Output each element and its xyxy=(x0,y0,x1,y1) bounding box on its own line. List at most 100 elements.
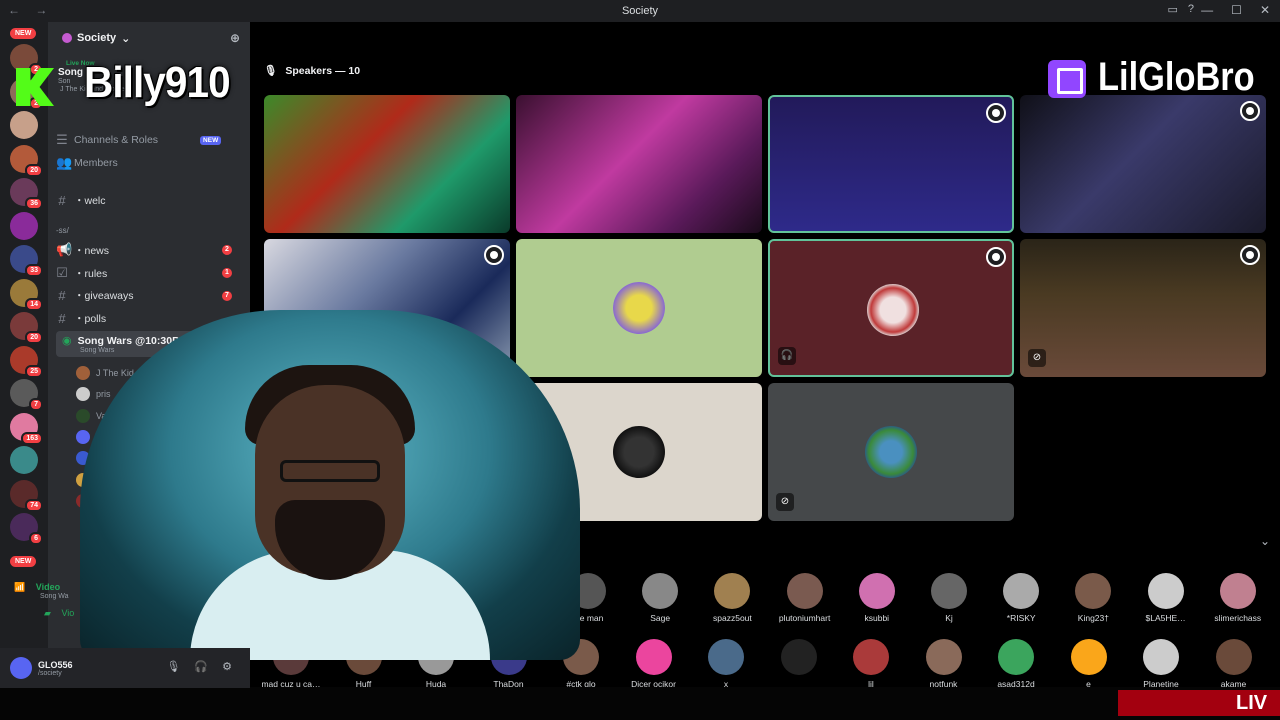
video-tile[interactable] xyxy=(768,95,1014,233)
avatar-tile[interactable]: 🎧 xyxy=(768,239,1014,377)
speakers-label: Speakers — 10 xyxy=(285,64,361,77)
inbox-icon[interactable]: ▭ xyxy=(1167,3,1177,16)
video-tile[interactable] xyxy=(516,95,762,233)
new-unreads-pill-top[interactable]: NEW xyxy=(10,28,37,39)
invite-icon[interactable]: ⊕ xyxy=(230,31,240,45)
channel-rules[interactable]: ☑ ・rules 1 xyxy=(56,265,242,281)
audience-member-name: Kj xyxy=(945,613,953,623)
audience-member[interactable]: ksubbi xyxy=(841,573,913,623)
streamer-name-left: Billy910 xyxy=(84,58,231,107)
server-icon[interactable]: 2 xyxy=(10,44,43,76)
voice-connected-panel[interactable]: 📶 Video Song Wa ▰ Vio xyxy=(14,582,74,619)
audience-member-name: *RISKY xyxy=(1006,613,1036,623)
username: GLO556 xyxy=(38,659,73,670)
video-tile[interactable]: ⊘ xyxy=(1020,239,1266,377)
channels-roles-link[interactable]: ☰ Channels & Roles NEW xyxy=(56,132,222,148)
audience-member-name: spazz5out xyxy=(713,613,752,623)
chevron-down-icon: ⌄ xyxy=(121,32,131,45)
members-link[interactable]: 👥 Members xyxy=(56,155,118,171)
server-badge: 163 xyxy=(21,431,43,445)
server-badge: 20 xyxy=(25,331,43,344)
audience-member[interactable]: King23† xyxy=(1057,573,1129,623)
server-icon[interactable]: 14 xyxy=(10,278,43,311)
audience-member[interactable]: Planetine xyxy=(1125,639,1197,689)
audience-member[interactable]: x xyxy=(690,639,762,689)
user-avatar xyxy=(867,284,919,336)
audience-member[interactable]: asad312d xyxy=(980,639,1052,689)
screenshare-tile[interactable] xyxy=(1020,95,1266,233)
avatar xyxy=(1147,573,1184,609)
audience-member[interactable]: slimerichass xyxy=(1202,573,1274,623)
category-header[interactable]: -ss/ xyxy=(56,226,69,235)
avatar xyxy=(1219,573,1256,609)
twitch-logo xyxy=(1048,60,1086,98)
audience-member[interactable]: Kj xyxy=(913,573,985,623)
channel-giveaways[interactable]: # ・giveaways 7 xyxy=(56,288,242,303)
server-icon xyxy=(62,33,72,43)
audience-member[interactable]: plutoniumhart xyxy=(769,573,841,623)
close-button[interactable]: ✕ xyxy=(1260,3,1270,17)
audience-member[interactable]: akame xyxy=(1198,639,1270,689)
gear-icon[interactable]: ⚙ xyxy=(222,660,232,673)
server-header[interactable]: Society ⌄ ⊕ xyxy=(48,22,250,54)
avatar-tile[interactable]: ⊘ xyxy=(768,383,1014,521)
channel-welc[interactable]: # ・welc xyxy=(56,193,105,208)
audience-member[interactable]: Dicer ocikor xyxy=(618,639,690,689)
channel-news-label: ・news xyxy=(74,244,110,257)
audience-member[interactable]: spazz5out xyxy=(696,573,768,623)
maximize-button[interactable]: ☐ xyxy=(1231,3,1242,17)
server-icon[interactable]: 20 xyxy=(10,144,43,177)
audience-member[interactable]: Sage xyxy=(624,573,696,623)
channel-news[interactable]: 📢 ・news 2 xyxy=(56,242,242,258)
server-badge: 33 xyxy=(25,264,43,277)
server-badge: 7 xyxy=(29,398,43,411)
avatar xyxy=(931,573,967,609)
server-badge: 20 xyxy=(25,163,43,177)
category-label: -ss/ xyxy=(56,226,69,235)
server-icon[interactable]: 6 xyxy=(10,513,43,545)
glasses xyxy=(280,460,380,482)
server-icon[interactable] xyxy=(10,111,38,139)
audience-member[interactable] xyxy=(763,639,835,679)
video-button[interactable]: ▰ Vio xyxy=(44,608,74,619)
chevron-down-icon[interactable]: ⌄ xyxy=(1260,534,1270,548)
server-icon[interactable]: 36 xyxy=(10,178,43,210)
avatar[interactable] xyxy=(10,657,32,679)
microphone-icon[interactable]: 🎙 xyxy=(166,660,180,673)
help-icon[interactable]: ? xyxy=(1188,3,1194,16)
nav-arrows[interactable]: ← → xyxy=(8,3,53,17)
avatar xyxy=(642,573,679,609)
hash-icon: # xyxy=(58,311,66,326)
server-badge: 25 xyxy=(25,364,43,378)
minimize-button[interactable]: — xyxy=(1201,3,1213,17)
headphones-icon[interactable]: 🎧 xyxy=(194,660,208,673)
audience-member[interactable]: $LA5HE… xyxy=(1130,573,1202,623)
giveaways-unread-count: 7 xyxy=(222,290,232,301)
server-icon[interactable]: 20 xyxy=(10,312,43,344)
video-tile[interactable] xyxy=(264,95,510,233)
speakers-header: 🎙 Speakers — 10 xyxy=(264,64,361,78)
audience-member-name: Sage xyxy=(650,613,671,623)
new-unreads-pill-bottom[interactable]: NEW xyxy=(10,556,37,567)
members-icon: 👥 xyxy=(56,155,73,170)
hash-icon: # xyxy=(58,288,66,303)
audience-member-name: $LA5HE… xyxy=(1145,613,1186,623)
bottom-strip xyxy=(0,687,1280,720)
server-icon[interactable]: 163 xyxy=(10,412,43,445)
voice-channel-name: Song Wa xyxy=(40,593,69,600)
list-icon: ☰ xyxy=(56,132,68,147)
audience-member[interactable]: notfunk xyxy=(908,639,980,689)
server-icon[interactable]: 74 xyxy=(10,479,43,512)
channel-giveaways-label: ・giveaways xyxy=(74,290,134,302)
audience-member[interactable]: e xyxy=(1053,639,1125,689)
muted-mic-icon: ⊘ xyxy=(1028,349,1046,367)
avatar xyxy=(998,639,1034,675)
server-icon[interactable] xyxy=(10,211,38,240)
avatar xyxy=(708,639,744,675)
audience-member[interactable]: *RISKY xyxy=(985,573,1057,623)
server-icon[interactable]: 25 xyxy=(10,345,43,378)
audience-member[interactable]: lil xyxy=(835,639,907,689)
server-icon[interactable] xyxy=(10,446,38,474)
server-icon[interactable]: 33 xyxy=(10,245,43,277)
server-icon[interactable]: 7 xyxy=(10,379,43,411)
